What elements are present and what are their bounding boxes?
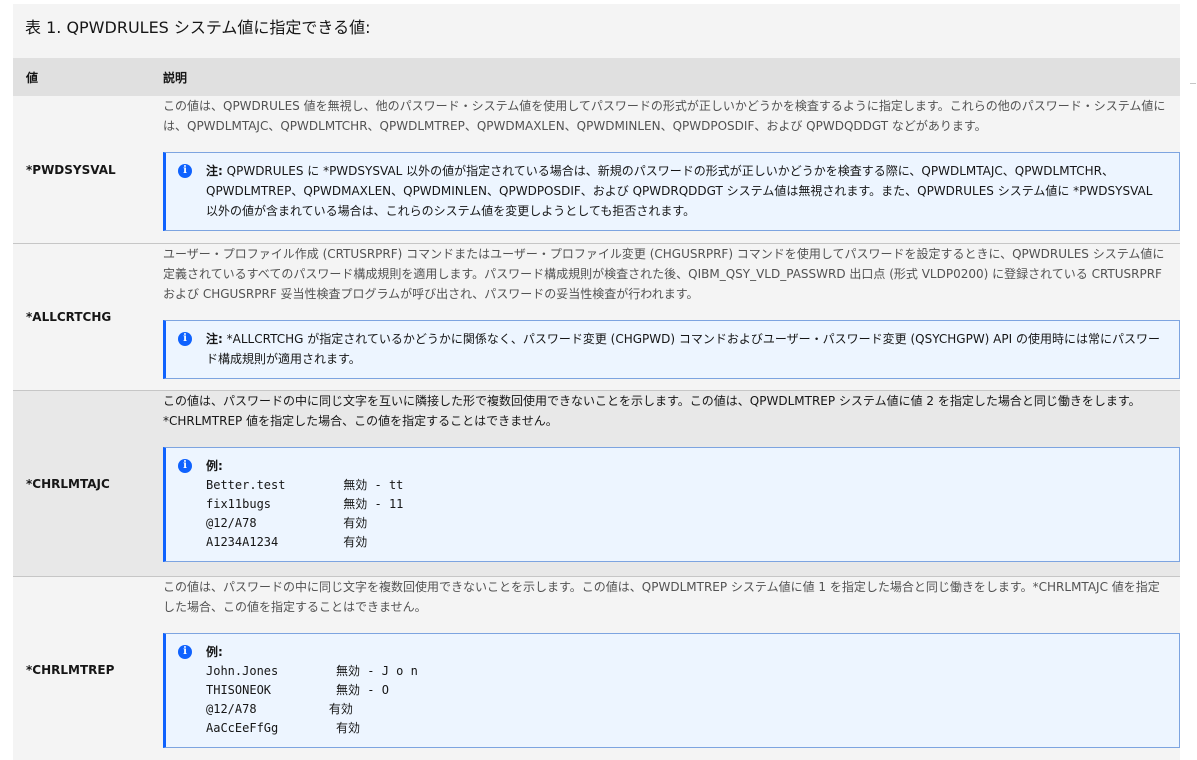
- table-row-chrlmtrep: *CHRLMTREP この値は、パスワードの中に同じ文字を複数回使用できないこと…: [13, 577, 1180, 760]
- example-line: @12/A78 有効: [206, 516, 368, 530]
- note-label: 注:: [206, 164, 223, 178]
- description-cell: ユーザー・プロファイル作成 (CRTUSRPRF) コマンドまたはユーザー・プロ…: [163, 244, 1180, 390]
- note-body: 注: QPWDRULES に *PWDSYSVAL 以外の値が指定されている場合…: [206, 161, 1167, 221]
- example-line: Better.test 無効 - tt: [206, 478, 404, 492]
- example-label: 例:: [206, 645, 223, 659]
- info-icon: i: [178, 459, 192, 473]
- value-cell: *PWDSYSVAL: [26, 162, 116, 177]
- note-label: 注:: [206, 332, 223, 346]
- example-line: THISONEOK 無効 - O: [206, 683, 389, 697]
- note-body: 注: *ALLCRTCHG が指定されているかどうかに関係なく、パスワード変更 …: [206, 329, 1167, 369]
- info-icon: i: [178, 332, 192, 346]
- description-text: この値は、パスワードの中に同じ文字を複数回使用できないことを示します。この値は、…: [163, 580, 1160, 614]
- note-box: i 注: QPWDRULES に *PWDSYSVAL 以外の値が指定されている…: [163, 152, 1180, 231]
- header-value: 値: [26, 70, 39, 85]
- example-line: @12/A78 有効: [206, 702, 353, 716]
- example-body: 例: John.Jones 無効 - J o n THISONEOK 無効 - …: [206, 642, 418, 738]
- note-box: i 注: *ALLCRTCHG が指定されているかどうかに関係なく、パスワード変…: [163, 320, 1180, 379]
- note-text: QPWDRULES に *PWDSYSVAL 以外の値が指定されている場合は、新…: [206, 164, 1153, 218]
- example-body: 例: Better.test 無効 - tt fix11bugs 無効 - 11…: [206, 456, 403, 552]
- info-icon: i: [178, 164, 192, 178]
- table-caption: 表 1. QPWDRULES システム値に指定できる値:: [13, 4, 1180, 58]
- description-text: この値は、QPWDRULES 値を無視し、他のパスワード・システム値を使用してパ…: [163, 99, 1166, 133]
- value-cell: *ALLCRTCHG: [26, 310, 112, 324]
- table-row-pwdsysval: *PWDSYSVAL この値は、QPWDRULES 値を無視し、他のパスワード・…: [13, 96, 1180, 244]
- value-cell: *CHRLMTREP: [26, 663, 115, 677]
- example-line: John.Jones 無効 - J o n: [206, 664, 418, 678]
- example-line: A1234A1234 有効: [206, 535, 368, 549]
- example-box: i 例: John.Jones 無効 - J o n THISONEOK 無効 …: [163, 633, 1180, 748]
- page: 表 1. QPWDRULES システム値に指定できる値: 値 説明 *PWDSY…: [0, 0, 1197, 760]
- value-cell: *CHRLMTAJC: [26, 476, 110, 491]
- note-text: *ALLCRTCHG が指定されているかどうかに関係なく、パスワード変更 (CH…: [206, 332, 1160, 366]
- values-table: 表 1. QPWDRULES システム値に指定できる値: 値 説明 *PWDSY…: [13, 4, 1180, 760]
- side-divider: [1190, 83, 1196, 84]
- table-header: 値 説明: [13, 58, 1180, 96]
- table-row-allcrtchg: *ALLCRTCHG ユーザー・プロファイル作成 (CRTUSRPRF) コマン…: [13, 244, 1180, 391]
- example-label: 例:: [206, 459, 223, 473]
- description-cell: この値は、QPWDRULES 値を無視し、他のパスワード・システム値を使用してパ…: [163, 96, 1180, 243]
- description-cell: この値は、パスワードの中に同じ文字を複数回使用できないことを示します。この値は、…: [163, 577, 1180, 760]
- example-line: fix11bugs 無効 - 11: [206, 497, 404, 511]
- info-icon: i: [178, 645, 192, 659]
- description-text: ユーザー・プロファイル作成 (CRTUSRPRF) コマンドまたはユーザー・プロ…: [163, 247, 1165, 301]
- description-cell: この値は、パスワードの中に同じ文字を互いに隣接した形で複数回使用できないことを示…: [163, 391, 1180, 576]
- table-row-chrlmtajc: *CHRLMTAJC この値は、パスワードの中に同じ文字を互いに隣接した形で複数…: [13, 391, 1180, 577]
- header-description: 説明: [163, 70, 188, 85]
- description-text: この値は、パスワードの中に同じ文字を互いに隣接した形で複数回使用できないことを示…: [163, 394, 1141, 428]
- example-line: AaCcEeFfGg 有効: [206, 721, 361, 735]
- example-box: i 例: Better.test 無効 - tt fix11bugs 無効 - …: [163, 447, 1180, 562]
